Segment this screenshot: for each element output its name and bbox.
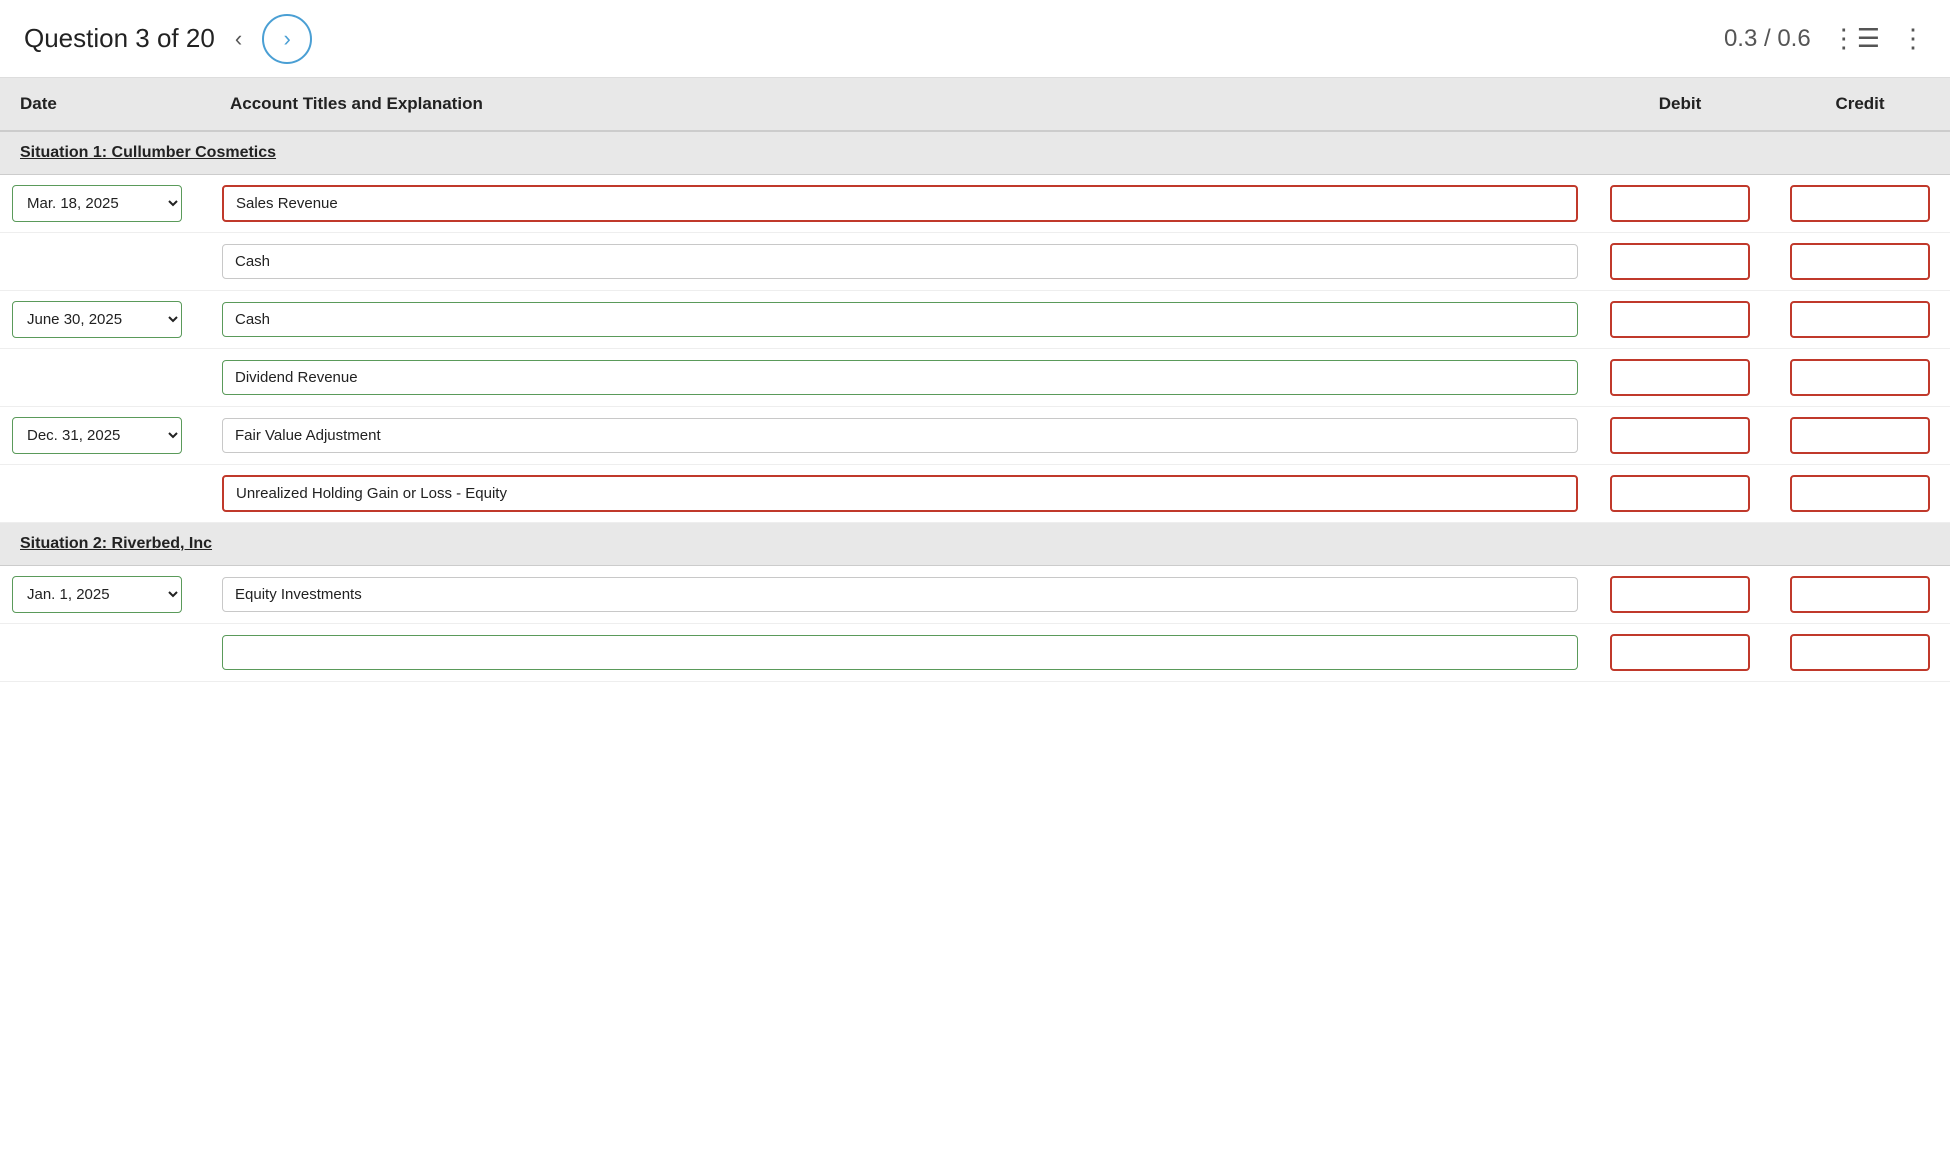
header-left: Question 3 of 20 ‹ › bbox=[24, 14, 312, 64]
score-display: 0.3 / 0.6 bbox=[1724, 25, 1811, 53]
account-cell-7[interactable] bbox=[210, 566, 1590, 624]
account-cell-3[interactable] bbox=[210, 291, 1590, 349]
date-cell-8 bbox=[0, 624, 210, 682]
date-cell-2 bbox=[0, 233, 210, 291]
table-row: Mar. 18, 2025 bbox=[0, 175, 1950, 233]
debit-input-1[interactable] bbox=[1610, 185, 1750, 222]
debit-cell-5[interactable] bbox=[1590, 407, 1770, 465]
credit-input-3[interactable] bbox=[1790, 301, 1930, 338]
page-header: Question 3 of 20 ‹ › 0.3 / 0.6 ⋮☰ ⋮ bbox=[0, 0, 1950, 78]
debit-cell-2[interactable] bbox=[1590, 233, 1770, 291]
debit-input-4[interactable] bbox=[1610, 359, 1750, 396]
account-cell-8[interactable] bbox=[210, 624, 1590, 682]
account-input-7[interactable] bbox=[222, 577, 1578, 612]
account-input-8[interactable] bbox=[222, 635, 1578, 670]
table-row: Jan. 1, 2025 bbox=[0, 566, 1950, 624]
date-cell-1[interactable]: Mar. 18, 2025 bbox=[0, 175, 210, 233]
debit-cell-3[interactable] bbox=[1590, 291, 1770, 349]
table-row bbox=[0, 465, 1950, 523]
date-select-3[interactable]: June 30, 2025 bbox=[12, 301, 182, 338]
date-cell-6 bbox=[0, 465, 210, 523]
debit-input-7[interactable] bbox=[1610, 576, 1750, 613]
credit-cell-1[interactable] bbox=[1770, 175, 1950, 233]
credit-cell-8[interactable] bbox=[1770, 624, 1950, 682]
debit-input-5[interactable] bbox=[1610, 417, 1750, 454]
table-header-row: Date Account Titles and Explanation Debi… bbox=[0, 78, 1950, 131]
debit-cell-6[interactable] bbox=[1590, 465, 1770, 523]
situation1-header: Situation 1: Cullumber Cosmetics bbox=[0, 131, 1950, 175]
situation2-header: Situation 2: Riverbed, Inc bbox=[0, 523, 1950, 566]
credit-cell-4[interactable] bbox=[1770, 349, 1950, 407]
credit-cell-2[interactable] bbox=[1770, 233, 1950, 291]
list-icon[interactable]: ⋮☰ bbox=[1831, 23, 1880, 54]
credit-input-2[interactable] bbox=[1790, 243, 1930, 280]
credit-input-6[interactable] bbox=[1790, 475, 1930, 512]
col-date: Date bbox=[0, 78, 210, 131]
date-cell-7[interactable]: Jan. 1, 2025 bbox=[0, 566, 210, 624]
date-select-7[interactable]: Jan. 1, 2025 bbox=[12, 576, 182, 613]
credit-cell-3[interactable] bbox=[1770, 291, 1950, 349]
table-row: June 30, 2025 bbox=[0, 291, 1950, 349]
table-row bbox=[0, 349, 1950, 407]
table-row: Dec. 31, 2025 bbox=[0, 407, 1950, 465]
header-right: 0.3 / 0.6 ⋮☰ ⋮ bbox=[1724, 23, 1926, 54]
date-cell-5[interactable]: Dec. 31, 2025 bbox=[0, 407, 210, 465]
account-cell-2[interactable] bbox=[210, 233, 1590, 291]
col-credit: Credit bbox=[1770, 78, 1950, 131]
account-input-5[interactable] bbox=[222, 418, 1578, 453]
account-cell-5[interactable] bbox=[210, 407, 1590, 465]
debit-cell-4[interactable] bbox=[1590, 349, 1770, 407]
account-cell-1[interactable] bbox=[210, 175, 1590, 233]
col-debit: Debit bbox=[1590, 78, 1770, 131]
account-input-2[interactable] bbox=[222, 244, 1578, 279]
debit-cell-8[interactable] bbox=[1590, 624, 1770, 682]
account-input-4[interactable] bbox=[222, 360, 1578, 395]
date-select-1[interactable]: Mar. 18, 2025 bbox=[12, 185, 182, 222]
table-row bbox=[0, 624, 1950, 682]
credit-input-4[interactable] bbox=[1790, 359, 1930, 396]
date-cell-3[interactable]: June 30, 2025 bbox=[0, 291, 210, 349]
debit-cell-1[interactable] bbox=[1590, 175, 1770, 233]
question-label: Question 3 of 20 bbox=[24, 23, 215, 54]
credit-input-5[interactable] bbox=[1790, 417, 1930, 454]
prev-button[interactable]: ‹ bbox=[227, 22, 250, 56]
col-account: Account Titles and Explanation bbox=[210, 78, 1590, 131]
debit-input-3[interactable] bbox=[1610, 301, 1750, 338]
date-select-5[interactable]: Dec. 31, 2025 bbox=[12, 417, 182, 454]
account-input-6[interactable] bbox=[222, 475, 1578, 512]
debit-input-2[interactable] bbox=[1610, 243, 1750, 280]
journal-table: Date Account Titles and Explanation Debi… bbox=[0, 78, 1950, 682]
debit-input-6[interactable] bbox=[1610, 475, 1750, 512]
debit-cell-7[interactable] bbox=[1590, 566, 1770, 624]
situation2-label: Situation 2: Riverbed, Inc bbox=[20, 535, 212, 552]
credit-input-8[interactable] bbox=[1790, 634, 1930, 671]
more-options-icon[interactable]: ⋮ bbox=[1900, 23, 1926, 54]
account-cell-6[interactable] bbox=[210, 465, 1590, 523]
date-cell-4 bbox=[0, 349, 210, 407]
situation1-label: Situation 1: Cullumber Cosmetics bbox=[20, 144, 276, 161]
debit-input-8[interactable] bbox=[1610, 634, 1750, 671]
credit-cell-6[interactable] bbox=[1770, 465, 1950, 523]
credit-cell-7[interactable] bbox=[1770, 566, 1950, 624]
account-input-3[interactable] bbox=[222, 302, 1578, 337]
credit-input-7[interactable] bbox=[1790, 576, 1930, 613]
journal-table-wrapper: Date Account Titles and Explanation Debi… bbox=[0, 78, 1950, 682]
account-cell-4[interactable] bbox=[210, 349, 1590, 407]
credit-input-1[interactable] bbox=[1790, 185, 1930, 222]
next-button[interactable]: › bbox=[262, 14, 312, 64]
account-input-1[interactable] bbox=[222, 185, 1578, 222]
credit-cell-5[interactable] bbox=[1770, 407, 1950, 465]
table-row bbox=[0, 233, 1950, 291]
